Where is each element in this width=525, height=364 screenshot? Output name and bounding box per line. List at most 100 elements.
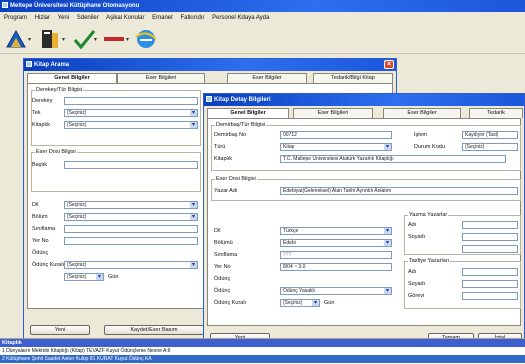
label-odunc-kurali: Ödünç Kuralı	[214, 300, 247, 306]
menu-personel[interactable]: Personel Kdaya Ayda	[212, 15, 269, 21]
results-list: Kitaplık 1 Dünyaların Mektebi Kitaplığı …	[0, 338, 525, 364]
label-dil: Dil	[32, 202, 39, 208]
menu-konular[interactable]: Aşikal Konular	[106, 15, 144, 21]
sinif-field[interactable]: ???	[280, 251, 392, 259]
close-icon[interactable]: ×	[384, 60, 394, 69]
label-gun: Gün	[108, 274, 119, 280]
internet-explorer-icon[interactable]	[134, 27, 158, 51]
label-adi: Adı	[408, 222, 417, 228]
eser-group: Eser Dosi Bilgisi	[31, 149, 201, 192]
tab-eser-bilgiler[interactable]: Eser Bilgiler	[383, 108, 461, 118]
demirbas-field[interactable]: 00712	[280, 131, 392, 139]
sinif-field[interactable]	[64, 225, 198, 233]
ceviri-adi-field[interactable]	[462, 268, 518, 276]
app-icon	[2, 2, 8, 8]
ceviri-soyadi-field[interactable]	[462, 280, 518, 288]
tab-tedarik[interactable]: Tedarik	[469, 108, 523, 118]
odunc-kurali-select[interactable]: (Seçiniz)	[280, 299, 320, 307]
label-bolum: Bölüm	[32, 214, 48, 220]
durum-kodu-field[interactable]: (Seçiniz)	[462, 143, 518, 151]
label-kitaplik: Kitaplık	[32, 122, 51, 128]
yer-field[interactable]	[64, 237, 198, 245]
label-odunc: Ödünç	[214, 288, 231, 294]
menu-fatkiridir[interactable]: Fatkırıdır	[180, 15, 204, 21]
label-baslik: Başlık	[32, 162, 47, 168]
label-bolum: Bölümü	[214, 240, 233, 246]
yazar-extra-field[interactable]	[462, 245, 518, 253]
tab-eser-bilgileri[interactable]: Eser Bilgileri	[293, 108, 373, 118]
detail-panel: Demirbaş/Tür Bilgisi Demirbaş No 00712 T…	[207, 118, 521, 326]
dropdown-arrow-icon[interactable]: ▾	[126, 36, 129, 43]
label-durum-kodu: Durum Kodu	[414, 144, 445, 150]
main-window: Meltepe Üniversitesi Kütüphane Otomasyon…	[0, 0, 525, 364]
group-title: Eser Dosi Bilgisi	[215, 176, 257, 182]
yazar-soyadi-field[interactable]	[462, 233, 518, 241]
islem-field[interactable]: Kaydıyor (Tasi)	[462, 131, 518, 139]
detail-title: Kitap Detay Bilgileri	[214, 97, 271, 103]
menu-yeni[interactable]: Yeni	[58, 15, 69, 21]
dil-select[interactable]: (Seçiniz)	[64, 201, 198, 209]
group-title: Derekey/Tür Bilgisi	[35, 87, 84, 93]
yazar-field[interactable]: Edebiyat(Geleneksel) Alan Tarihi Ayrıntı…	[280, 187, 518, 195]
label-dil: Dil	[214, 228, 221, 234]
yeni-button[interactable]: Yeni	[30, 325, 90, 335]
label-odunc-group: Ödünç	[214, 276, 231, 282]
kitaplik-field[interactable]: T.C. Maltepe Üniversitesi Atatürk Yazarl…	[280, 155, 506, 163]
ceviri-gorevi-field[interactable]	[462, 292, 518, 300]
bolum-select[interactable]: (Seçiniz)	[64, 213, 198, 221]
tur-select[interactable]: Kitap	[280, 143, 392, 151]
durum-select[interactable]: (Seçiniz)	[64, 261, 198, 269]
baslik-field[interactable]	[64, 161, 198, 169]
dil-select[interactable]: Türkçe	[280, 227, 392, 235]
odunc-kurali-select[interactable]: (Seçiniz)	[64, 273, 104, 281]
list-item[interactable]: 1 Dünyaların Mektebi Kitaplığı (Kitap) T…	[0, 347, 525, 355]
search-titlebar: Kitap Arama ×	[24, 59, 396, 71]
label-yer: Yer No	[32, 238, 49, 244]
detail-tabs: Genel Bilgiler Eser Bilgileri Eser Bilgi…	[207, 108, 523, 119]
label-odunc: Ödünç	[32, 250, 49, 256]
tab-eser-bilgiler[interactable]: Eser Bilgiler	[227, 73, 307, 83]
toolbar: ▾ ▾ ▾ ▾	[0, 24, 525, 54]
search-tabs: Genel Bilgiler Eser Bilgileri Eser Bilgi…	[27, 73, 393, 84]
odunc-select[interactable]: Ödünç Yasaklı	[280, 287, 392, 295]
dialog-icon	[26, 61, 32, 67]
checkmark-icon[interactable]	[72, 27, 96, 51]
detail-titlebar: Kitap Detay Bilgileri	[204, 94, 524, 106]
kitaplik-select[interactable]: (Seçiniz)	[64, 121, 198, 129]
detail-dialog: Kitap Detay Bilgileri Genel Bilgiler Ese…	[203, 93, 525, 347]
group-title: Tasfiye Yazarları	[408, 258, 451, 264]
label-tek: Tek	[32, 110, 41, 116]
label-yazar: Yazar Adı	[214, 188, 238, 194]
menu-program[interactable]: Program	[4, 15, 27, 21]
label-gun: Gün	[324, 300, 335, 306]
label-durum: Ödünç Kuralı	[32, 262, 65, 268]
menu-hizlar[interactable]: Hizlar	[35, 15, 50, 21]
menu-emanet[interactable]: Emanet	[152, 15, 173, 21]
remove-icon[interactable]	[102, 27, 126, 51]
bolum-select[interactable]: Edebi	[280, 239, 392, 247]
dropdown-arrow-icon[interactable]: ▾	[62, 36, 65, 43]
tab-eser-bilgileri[interactable]: Eser Bilgileri	[117, 73, 205, 83]
kaydet-button[interactable]: Kaydet/Eser Basım	[104, 325, 204, 335]
derekey-field[interactable]	[64, 97, 198, 105]
label-islem: İşlem	[414, 132, 428, 138]
menu-sdeniler[interactable]: Sdeniler	[77, 15, 99, 21]
library-icon[interactable]	[4, 27, 28, 51]
label-turu: Türü	[214, 144, 226, 150]
yer-field[interactable]: 8/04 ~ 3.0	[280, 263, 392, 271]
group-title: Demirbaş/Tür Bilgisi	[215, 122, 267, 128]
list-item[interactable]: 2 Kütüphane Şehit Saadet Asker Kulüp 81 …	[0, 355, 525, 363]
label-kitaplik: Kitaplık	[214, 156, 233, 162]
main-titlebar: Meltepe Üniversitesi Kütüphane Otomasyon…	[0, 0, 525, 12]
tur-select[interactable]: (Seçiniz)	[64, 109, 198, 117]
label-gorevi: Görevi	[408, 293, 425, 299]
label-derekey: Derekey	[32, 98, 53, 104]
results-header: Kitaplık	[0, 339, 525, 347]
tab-tedarik[interactable]: Tedarik/Bilgi Kitap	[313, 73, 393, 83]
label-demirbas: Demirbaş No	[214, 132, 247, 138]
dropdown-arrow-icon[interactable]: ▾	[94, 36, 97, 43]
dropdown-arrow-icon[interactable]: ▾	[28, 36, 31, 43]
book-icon[interactable]	[38, 27, 62, 51]
group-title: Yazma Yazarlar	[408, 212, 449, 218]
yazar-adi-field[interactable]	[462, 221, 518, 229]
